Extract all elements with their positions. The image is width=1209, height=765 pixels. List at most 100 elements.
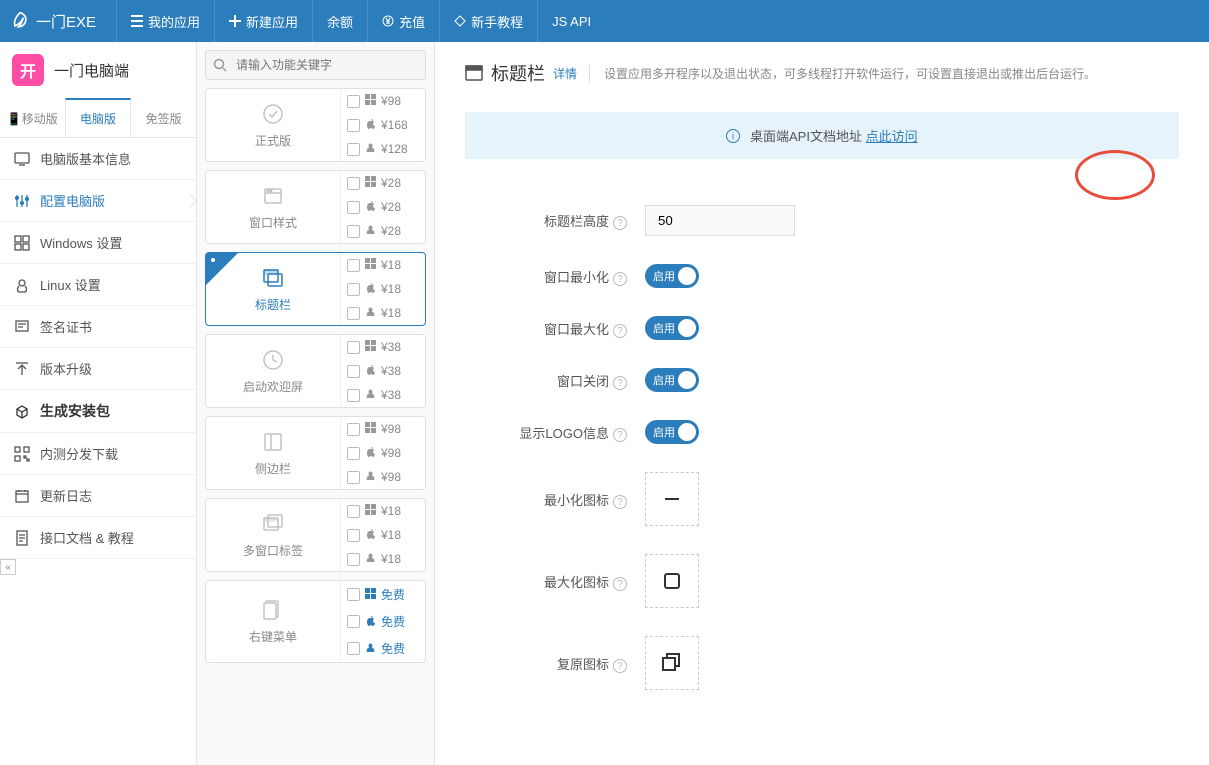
price-row[interactable]: ¥18 [341,499,425,523]
upload-min-icon[interactable] [645,472,699,526]
checkbox[interactable] [347,447,360,460]
platform-icon [365,446,376,460]
menu-upgrade[interactable]: 版本升级 [0,348,196,390]
menu-cert[interactable]: 签名证书 [0,306,196,348]
feature-card-titlebar[interactable]: 标题栏¥18¥18¥18 [205,252,426,326]
tab-desktop[interactable]: 电脑版 [65,98,132,137]
price-row[interactable]: ¥18 [341,277,425,301]
toggle-logo[interactable]: 启用 [645,420,699,444]
sidebar-collapse-button[interactable]: « [0,559,16,575]
help-icon[interactable]: ? [613,659,627,673]
feature-card-contextmenu[interactable]: 右键菜单免费免费免费 [205,580,426,663]
price-row[interactable]: ¥38 [341,383,425,407]
checkbox[interactable] [347,95,360,108]
menu-monitor[interactable]: 电脑版基本信息 [0,138,196,180]
search-input[interactable] [205,50,426,80]
tab-mobile[interactable]: 📱移动版 [0,98,65,137]
tab-unsigned[interactable]: 免签版 [131,98,196,137]
feature-card-check[interactable]: 正式版¥98¥168¥128 [205,88,426,162]
help-icon[interactable]: ? [613,577,627,591]
price-row[interactable]: ¥98 [341,417,425,441]
toggle-close[interactable]: 启用 [645,368,699,392]
price-row[interactable]: ¥28 [341,171,425,195]
checkbox[interactable] [347,201,360,214]
checkbox[interactable] [347,259,360,272]
checkbox[interactable] [347,471,360,484]
feature-card-clock[interactable]: 启动欢迎屏¥38¥38¥38 [205,334,426,408]
checkbox[interactable] [347,307,360,320]
checkbox[interactable] [347,553,360,566]
check-icon [261,102,285,126]
nav-recharge[interactable]: 充值 [367,0,439,42]
menu-doc[interactable]: 接口文档 & 教程 [0,517,196,559]
checkbox[interactable] [347,283,360,296]
checkbox[interactable] [347,225,360,238]
checkbox[interactable] [347,505,360,518]
price-row[interactable]: ¥168 [341,113,425,137]
menu-qr[interactable]: 内测分发下载 [0,433,196,475]
upgrade-icon [14,361,30,377]
price-row[interactable]: ¥18 [341,523,425,547]
menu-sliders[interactable]: 配置电脑版 [0,180,196,222]
price-row[interactable]: ¥18 [341,253,425,277]
checkbox[interactable] [347,423,360,436]
price-row[interactable]: ¥98 [341,465,425,489]
checkbox[interactable] [347,389,360,402]
platform-icon [365,224,376,238]
nav-balance[interactable]: 余额 [312,0,367,42]
price-row[interactable]: ¥128 [341,137,425,161]
api-doc-link[interactable]: 点此访问 [866,129,918,144]
toggle-minimize[interactable]: 启用 [645,264,699,288]
menu-windows[interactable]: Windows 设置 [0,222,196,264]
input-titlebar-height[interactable] [645,205,795,236]
upload-restore-icon[interactable] [645,636,699,690]
detail-link[interactable]: 详情 [553,65,577,82]
checkbox[interactable] [347,529,360,542]
label-close: 窗口关闭? [465,371,645,390]
price-row[interactable]: 免费 [341,581,425,608]
help-icon[interactable]: ? [613,272,627,286]
price-row[interactable]: ¥18 [341,547,425,571]
checkbox[interactable] [347,341,360,354]
price-row[interactable]: ¥38 [341,335,425,359]
price-row[interactable]: ¥28 [341,195,425,219]
app-name: 一门电脑端 [54,60,129,81]
feature-card-sidebar[interactable]: 侧边栏¥98¥98¥98 [205,416,426,490]
feature-card-window[interactable]: 窗口样式¥28¥28¥28 [205,170,426,244]
help-icon[interactable]: ? [613,216,627,230]
nav-new-app[interactable]: 新建应用 [214,0,312,42]
nav-tutorial[interactable]: 新手教程 [439,0,537,42]
checkbox[interactable] [347,615,360,628]
help-icon[interactable]: ? [613,376,627,390]
nav-my-apps[interactable]: 我的应用 [116,0,214,42]
toggle-maximize[interactable]: 启用 [645,316,699,340]
help-icon[interactable]: ? [613,428,627,442]
menu-package[interactable]: 生成安装包 [0,390,196,433]
menu-calendar[interactable]: 更新日志 [0,475,196,517]
checkbox[interactable] [347,177,360,190]
checkbox[interactable] [347,119,360,132]
feature-card-tabs[interactable]: 多窗口标签¥18¥18¥18 [205,498,426,572]
price-row[interactable]: ¥18 [341,301,425,325]
platform-icon [365,528,376,542]
price-row[interactable]: 免费 [341,608,425,635]
checkbox[interactable] [347,365,360,378]
platform-icon [365,388,376,402]
nav-jsapi[interactable]: JS API [537,0,605,42]
label-minimize: 窗口最小化? [465,267,645,286]
platform-icon [365,364,376,378]
help-icon[interactable]: ? [613,495,627,509]
price-row[interactable]: ¥28 [341,219,425,243]
price-row[interactable]: ¥98 [341,89,425,113]
price-row[interactable]: 免费 [341,635,425,662]
label-logo: 显示LOGO信息? [465,423,645,442]
menu-linux[interactable]: Linux 设置 [0,264,196,306]
checkbox[interactable] [347,143,360,156]
help-icon[interactable]: ? [613,324,627,338]
feature-column: 正式版¥98¥168¥128 窗口样式¥28¥28¥28 标题栏¥18¥18¥18 启… [197,42,435,765]
price-row[interactable]: ¥38 [341,359,425,383]
checkbox[interactable] [347,588,360,601]
upload-max-icon[interactable] [645,554,699,608]
price-row[interactable]: ¥98 [341,441,425,465]
checkbox[interactable] [347,642,360,655]
